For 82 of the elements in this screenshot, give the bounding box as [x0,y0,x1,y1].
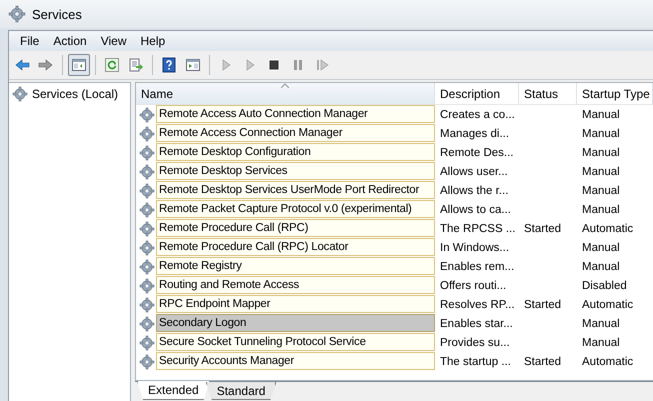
column-header[interactable]: Startup Type [577,83,653,105]
column-header[interactable]: Description [435,83,519,105]
service-name-cell[interactable]: Secondary Logon [156,314,435,332]
description-cell: Creates a co... [440,108,515,120]
startup-type-cell: Manual [582,242,620,254]
service-name-cell[interactable]: Remote Packet Capture Protocol v.0 (experimental) [156,200,435,218]
description-cell: Allows to ca... [440,204,511,216]
service-name-cell[interactable]: Secure Socket Tunneling Protocol Service [156,333,435,351]
description-cell: Allows the r... [440,184,508,196]
status-cell: Started [524,222,562,234]
service-name-cell[interactable]: Routing and Remote Access [156,276,435,294]
status-cell: Started [524,298,562,310]
startup-type-cell: Manual [582,166,620,178]
startup-type-cell: Manual [582,184,620,196]
toolbar-button[interactable] [68,54,90,76]
menu-item[interactable]: View [94,34,134,48]
gear-icon [139,144,155,160]
startup-type-cell: Manual [582,318,620,330]
service-name-cell[interactable]: Remote Access Connection Manager [156,124,435,142]
description-cell: Offers routi... [440,280,506,292]
startup-type-cell: Disabled [582,280,627,292]
startup-type-cell: Manual [582,204,620,216]
gear-icon [139,220,155,236]
startup-type-cell: Manual [582,108,620,120]
startup-type-cell: Manual [582,128,620,140]
service-name-cell[interactable]: Remote Registry [156,257,435,275]
gear-icon [139,240,155,256]
menu-item[interactable]: File [13,34,46,48]
gear-icon [139,126,155,142]
app-gear-icon [8,5,26,23]
description-cell: Enables star... [440,318,513,330]
description-cell: The RPCSS ... [440,222,516,234]
service-name-cell[interactable]: Remote Access Auto Connection Manager [156,105,435,123]
description-cell: Provides su... [440,336,510,348]
description-cell: Allows user... [440,166,508,178]
description-cell: Resolves RP... [440,298,515,310]
column-header[interactable]: Status [519,83,577,105]
description-cell: Manages di... [440,128,510,140]
gear-icon [139,316,155,332]
column-header[interactable]: Name [136,83,435,105]
refresh-icon [104,57,120,73]
description-cell: Enables rem... [440,260,514,272]
startup-type-cell: Manual [582,336,620,348]
service-name-cell[interactable]: Remote Desktop Configuration [156,143,435,161]
gear-icon [139,354,155,370]
service-name-cell[interactable]: Security Accounts Manager [156,352,435,370]
window-icon [185,57,201,73]
gear-icon [139,106,155,122]
service-name-cell[interactable]: Remote Procedure Call (RPC) [156,219,435,237]
gear-icon [139,334,155,350]
service-name-cell[interactable]: Remote Desktop Services [156,162,435,180]
view-tab[interactable]: Standard [206,382,276,400]
menu-item[interactable]: Help [134,34,172,48]
menu-item[interactable]: Action [46,34,94,48]
pane-icon [71,57,87,73]
gear-icon [12,86,28,102]
gear-icon [139,182,155,198]
tree-item[interactable]: Services (Local) [9,83,122,105]
startup-type-cell: Manual [582,146,620,158]
export-icon [128,57,144,73]
startup-type-cell: Automatic [582,222,634,234]
service-name-cell[interactable]: Remote Procedure Call (RPC) Locator [156,238,435,256]
forward-arrow-icon [38,57,54,73]
description-cell: Remote Des... [440,146,514,158]
service-name-cell[interactable]: RPC Endpoint Mapper [156,295,435,313]
gear-icon [139,258,155,274]
view-tab[interactable]: Extended [137,381,210,400]
startup-type-cell: Automatic [582,356,634,368]
gear-icon [139,278,155,294]
gear-icon [139,296,155,312]
help-icon [161,57,177,73]
status-cell: Started [524,356,562,368]
service-name-cell[interactable]: Remote Desktop Services UserMode Port Redirector [156,181,435,199]
gear-icon [139,202,155,218]
startup-type-cell: Automatic [582,298,634,310]
description-cell: In Windows... [440,242,510,254]
back-arrow-icon [14,57,30,73]
resume-icon [314,57,330,73]
startup-type-cell: Manual [582,260,620,272]
description-cell: The startup ... [440,356,511,368]
gear-icon [139,164,155,180]
window-title: Services [32,6,82,22]
